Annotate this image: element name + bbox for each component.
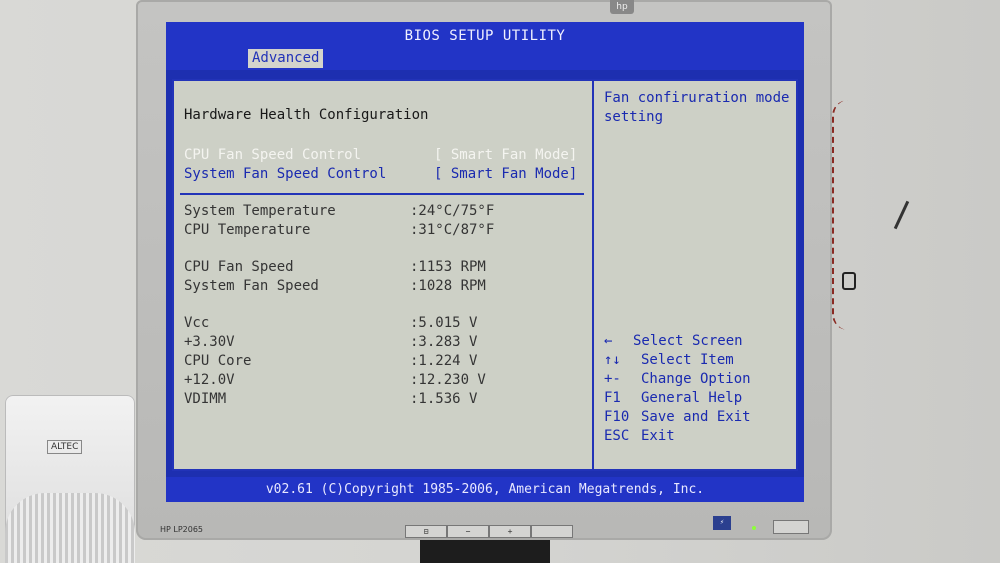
voltage-value: :1.224 V: [410, 353, 478, 369]
key-action: Select Screen: [633, 333, 743, 349]
speaker-logo: ALTEC: [47, 440, 83, 454]
system-fan-control-value[interactable]: [ Smart Fan Mode]: [434, 166, 577, 182]
desktop-speaker: ALTEC: [5, 395, 135, 563]
tab-advanced[interactable]: Advanced: [248, 49, 324, 68]
monitor-stand: [420, 540, 550, 563]
bios-footer-copyright: v02.61 (C)Copyright 1985-2006, American …: [166, 477, 804, 502]
speaker-grill: [5, 493, 135, 563]
system-fan-control-label: System Fan Speed Control: [184, 166, 387, 182]
voltage-row: VDIMM :1.536 V: [184, 391, 477, 455]
monitor-power-button[interactable]: [773, 520, 809, 534]
key-action: Save and Exit: [641, 409, 751, 425]
bios-help-section: Fan confiruration mode setting ← Select …: [594, 79, 798, 471]
system-fan-speed-value: :1028 RPM: [410, 278, 486, 294]
key-f10: F10: [604, 409, 630, 425]
key-action: Change Option: [641, 371, 751, 387]
monitor-model-label: HP LP2065: [160, 525, 204, 534]
voltage-label: CPU Core: [184, 353, 252, 369]
section-separator: [180, 193, 584, 195]
voltage-label: +3.30V: [184, 334, 235, 350]
power-led-icon: [752, 526, 756, 530]
monitor-control-buttons: ⊟ − +: [405, 525, 573, 538]
key-esc: ESC: [604, 428, 630, 444]
hp-logo-icon: hp: [610, 0, 634, 14]
cpu-fan-speed-value: :1153 RPM: [410, 259, 486, 275]
monitor-plus-button[interactable]: +: [489, 525, 531, 538]
voltage-value: :3.283 V: [410, 334, 478, 350]
key-up-down-icon: ↑↓: [604, 352, 621, 368]
bios-screen: BIOS SETUP UTILITY Advanced Hardware Hea…: [166, 22, 804, 502]
section-heading: Hardware Health Configuration: [184, 107, 429, 123]
cpu-fan-control-label: CPU Fan Speed Control: [184, 147, 362, 163]
wall-cable: [832, 100, 864, 330]
bios-main-section: Hardware Health Configuration CPU Fan Sp…: [172, 79, 592, 471]
voltage-value: :5.015 V: [410, 315, 478, 331]
voltage-value: :1.536 V: [410, 391, 478, 407]
voltage-label: +12.0V: [184, 372, 235, 388]
key-f1: F1: [604, 390, 621, 406]
key-action: Select Item: [641, 352, 734, 368]
energy-badge-icon: ⚡: [713, 516, 731, 530]
key-action: Exit: [641, 428, 675, 444]
key-plus-minus-icon: +-: [604, 371, 621, 387]
bios-title: BIOS SETUP UTILITY: [166, 22, 804, 48]
cpu-temperature-label: CPU Temperature: [184, 222, 311, 238]
wall-hook: [842, 272, 856, 290]
monitor-input-button[interactable]: ⊟: [405, 525, 447, 538]
voltage-label: Vcc: [184, 315, 210, 331]
system-temperature-value: :24°C/75°F: [410, 203, 495, 219]
voltage-value: :12.230 V: [410, 372, 486, 388]
system-fan-speed-label: System Fan Speed: [184, 278, 319, 294]
monitor-minus-button[interactable]: −: [447, 525, 489, 538]
cpu-temperature-value: :31°C/87°F: [410, 222, 495, 238]
cpu-fan-speed-label: CPU Fan Speed: [184, 259, 294, 275]
cpu-fan-control-value[interactable]: [ Smart Fan Mode]: [434, 147, 577, 163]
monitor-menu-button[interactable]: [531, 525, 573, 538]
key-action: General Help: [641, 390, 743, 406]
voltage-label: VDIMM: [184, 391, 227, 407]
system-temperature-label: System Temperature: [184, 203, 336, 219]
help-description: Fan confiruration mode setting: [604, 90, 790, 125]
